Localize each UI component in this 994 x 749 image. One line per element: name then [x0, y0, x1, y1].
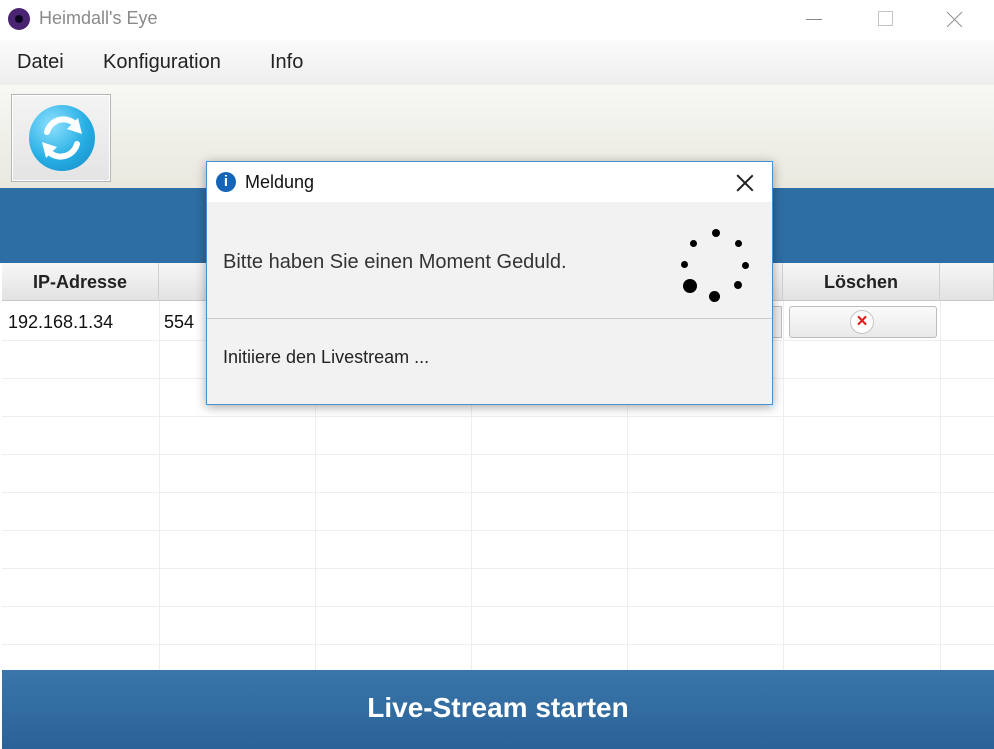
menu-bar: Datei Konfiguration Info [0, 40, 994, 86]
port-cell[interactable]: 554 [164, 312, 194, 333]
refresh-button[interactable] [11, 94, 111, 182]
column-delete[interactable]: Löschen [783, 263, 940, 301]
dialog-message: Bitte haben Sie einen Moment Geduld. [223, 251, 567, 273]
spinner-dot [742, 262, 749, 269]
window-title-bar: Heimdall's Eye [0, 0, 994, 40]
dialog-status-text: Initiiere den Livestream ... [223, 347, 430, 367]
menu-datei[interactable]: Datei [17, 51, 64, 74]
spinner-dot [734, 281, 742, 289]
dialog-separator [207, 318, 772, 319]
spinner-dot [690, 240, 697, 247]
dialog-title-bar: i Meldung [207, 162, 772, 202]
dialog-close-button[interactable] [728, 166, 762, 200]
spinner-dot [735, 240, 742, 247]
ip-address-cell[interactable]: 192.168.1.34 [8, 312, 113, 333]
spinner-dot [681, 261, 688, 268]
menu-konfiguration[interactable]: Konfiguration [103, 51, 221, 74]
delete-row-button[interactable]: × [789, 306, 937, 338]
window-title: Heimdall's Eye [39, 8, 158, 28]
start-live-stream-button[interactable]: Live-Stream starten [2, 670, 994, 749]
row-line [2, 644, 994, 645]
spinner-dot [709, 291, 720, 302]
grid-line [783, 301, 784, 670]
column-empty[interactable] [940, 263, 994, 301]
info-icon: i [216, 172, 236, 192]
spinner-dot [683, 279, 697, 293]
grid-line [159, 301, 160, 670]
spinner-dot [712, 229, 720, 237]
row-line [2, 568, 994, 569]
close-window-button[interactable] [932, 0, 976, 38]
grid-line [940, 301, 941, 670]
maximize-button[interactable] [862, 0, 906, 38]
eye-app-icon [8, 8, 30, 30]
dialog-title: Meldung [245, 172, 315, 192]
message-dialog: i Meldung Bitte haben Sie einen Moment G… [206, 161, 773, 405]
refresh-icon [29, 105, 95, 171]
row-line [2, 606, 994, 607]
row-line [2, 416, 994, 417]
row-line [2, 530, 994, 531]
row-line [2, 454, 994, 455]
red-x-icon: × [850, 310, 874, 334]
column-ip-address[interactable]: IP-Adresse [2, 263, 159, 301]
row-line [2, 492, 994, 493]
menu-info[interactable]: Info [270, 51, 303, 74]
loading-spinner-icon [677, 225, 757, 305]
minimize-button[interactable] [792, 0, 836, 38]
